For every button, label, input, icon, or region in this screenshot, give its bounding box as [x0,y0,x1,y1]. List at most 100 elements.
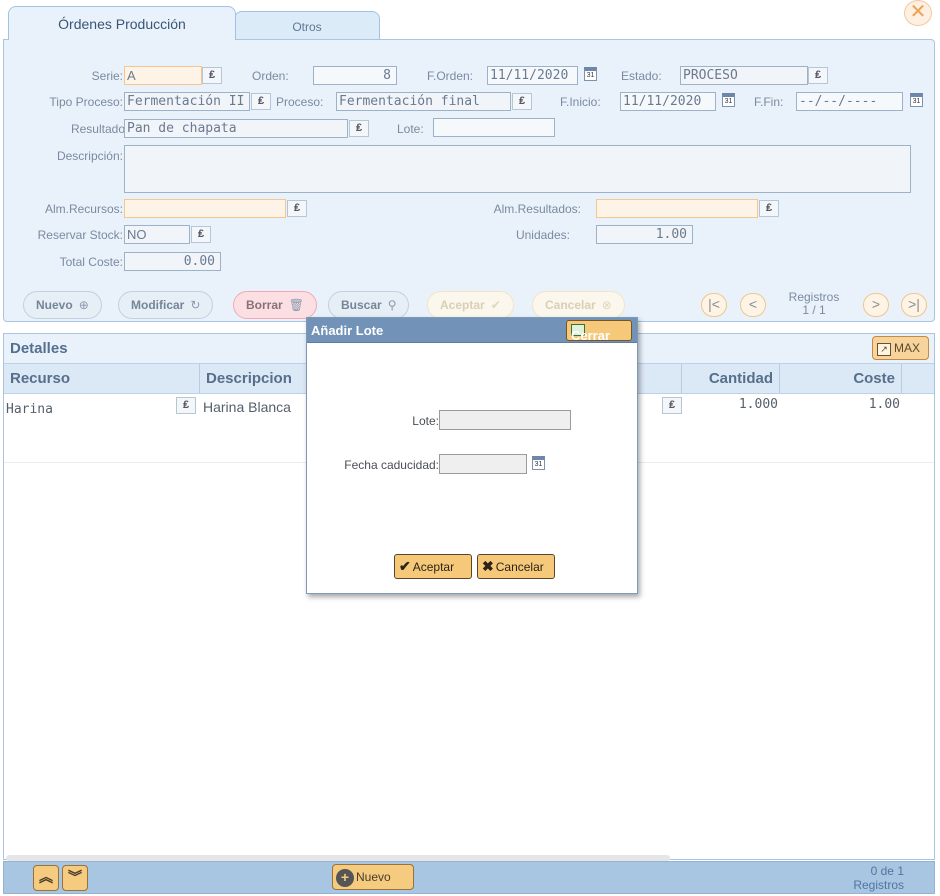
dialog-title: Añadir Lote [311,323,384,338]
cell-recurso: Harina [6,402,53,417]
aceptar-button[interactable]: Aceptar ✔ [427,291,514,319]
forden-field[interactable]: 11/11/2020 [487,66,578,85]
lookup-icon[interactable]: ₤ [759,200,779,217]
ffin-label: F.Fin: [754,95,784,109]
dialog-fecha-label: Fecha caducidad: [344,458,439,472]
dialog-cancel-label: Cancelar [495,560,544,574]
ffin-field[interactable]: --/--/---- [796,92,903,111]
tab-label: Órdenes Producción [58,16,186,32]
forden-label: F.Orden: [427,69,474,83]
dialog-header[interactable]: Añadir Lote Cerrar [307,318,637,343]
calendar-icon[interactable]: 31 [584,67,597,81]
dialog-lote-label: Lote: [412,414,439,428]
tipo-proceso-field[interactable]: Fermentación II [124,92,250,111]
first-record-button[interactable]: |< [701,293,727,317]
total-coste-field[interactable]: 0.00 [124,252,221,271]
collapse-up-button[interactable]: ︽ [33,865,59,891]
tab-ordenes-produccion[interactable]: Órdenes Producción [8,6,236,40]
alm-resultados-label: Alm.Resultados: [493,202,581,216]
tab-label: Otros [292,20,322,34]
dialog-lote-input[interactable] [439,410,571,430]
lookup-icon[interactable]: ₤ [287,200,307,217]
last-record-button[interactable]: >| [901,293,927,317]
refresh-icon: ↻ [190,298,201,312]
tipo-proceso-label: Tipo Proceso: [49,95,123,109]
trash-icon: 🗑 [288,298,304,312]
calendar-icon[interactable]: 31 [722,93,735,107]
alm-resultados-field[interactable] [596,199,758,218]
expand-down-button[interactable]: ︾ [62,865,88,891]
reservar-stock-field[interactable]: NO [124,225,190,244]
buscar-button[interactable]: Buscar ⚲ [328,291,410,319]
add-detail-label: Nuevo [356,870,391,884]
prev-record-button[interactable]: < [740,293,766,317]
lookup-icon[interactable]: ₤ [808,67,828,84]
resultado-field[interactable]: Pan de chapata [124,119,348,138]
column-header-coste[interactable]: Coste [780,363,902,394]
unidades-field[interactable]: 1.00 [596,225,693,244]
resultado-label: Resultado [70,122,125,136]
grid-footer [3,861,935,894]
lookup-icon[interactable]: ₤ [191,226,211,243]
modificar-label: Modificar [131,298,185,312]
check-icon: ✔ [399,558,411,574]
modificar-button[interactable]: Modificar ↻ [118,291,214,319]
details-title: Detalles [10,340,68,357]
column-header-recurso[interactable]: Recurso [4,363,200,394]
plus-circle-icon: + [336,868,354,887]
column-header-cantidad[interactable]: Cantidad [682,363,780,394]
tab-otros[interactable]: Otros [234,11,380,40]
record-count-label: Registros [853,878,904,892]
descripcion-label: Descripción: [56,149,123,163]
max-label: MAX [894,341,921,355]
lookup-icon[interactable]: ₤ [251,93,271,110]
cancelar-label: Cancelar [545,298,596,312]
alm-recursos-field[interactable] [124,199,286,218]
close-icon[interactable]: ✕ [904,0,932,26]
registros-value: 1 / 1 [802,303,826,317]
dialog-accept-button[interactable]: ✔ Aceptar [394,554,472,579]
alm-recursos-label: Alm.Recursos: [44,202,123,216]
close-dialog-label: Cerrar [571,328,611,343]
serie-field[interactable]: A [124,66,202,85]
dialog-cancel-button[interactable]: ✖ Cancelar [477,554,555,579]
proceso-field[interactable]: Fermentación final [336,92,511,111]
calendar-icon[interactable]: 31 [910,93,923,107]
reservar-stock-label: Reservar Stock: [37,228,123,242]
proceso-label: Proceso: [276,95,324,109]
lookup-icon[interactable]: ₤ [349,120,369,137]
lookup-icon[interactable]: ₤ [202,67,222,84]
dialog-fecha-input[interactable] [439,454,527,474]
cancelar-button[interactable]: Cancelar ⊗ [532,291,625,319]
estado-field[interactable]: PROCESO [680,66,808,85]
cell-cantidad: 1.000 [738,397,778,412]
descripcion-field[interactable] [124,145,911,193]
finicio-field[interactable]: 11/11/2020 [620,92,716,111]
cancel-icon: ⊗ [601,298,612,312]
close-dialog-button[interactable]: Cerrar [566,320,632,343]
add-detail-button[interactable]: + Nuevo [332,864,414,890]
estado-label: Estado: [621,69,662,83]
add-lote-dialog: Añadir Lote Cerrar Lote: Fecha caducidad… [306,317,638,594]
borrar-label: Borrar [246,298,283,312]
lookup-icon[interactable]: ₤ [176,397,196,414]
lookup-icon[interactable]: ₤ [662,397,682,414]
borrar-button[interactable]: Borrar 🗑 [233,291,317,319]
calendar-icon[interactable]: 31 [532,456,545,470]
search-icon: ⚲ [387,298,397,312]
total-coste-label: Total Coste: [59,255,123,269]
next-record-button[interactable]: > [863,293,889,317]
nuevo-label: Nuevo [36,298,73,312]
record-count: 0 de 1 [870,864,904,878]
column-header-spacer [902,363,934,394]
double-chevron-up-icon: ︽ [39,869,53,885]
cell-coste: 1.00 [868,397,900,412]
nuevo-button[interactable]: Nuevo ⊕ [23,291,102,319]
max-button[interactable]: ↗ MAX [872,336,929,360]
aceptar-label: Aceptar [440,298,485,312]
lote-field[interactable] [433,118,555,137]
footer-record-count: 0 de 1 Registros [820,864,930,892]
dialog-accept-label: Aceptar [412,560,455,574]
orden-field[interactable]: 8 [313,66,397,85]
lookup-icon[interactable]: ₤ [512,93,532,110]
